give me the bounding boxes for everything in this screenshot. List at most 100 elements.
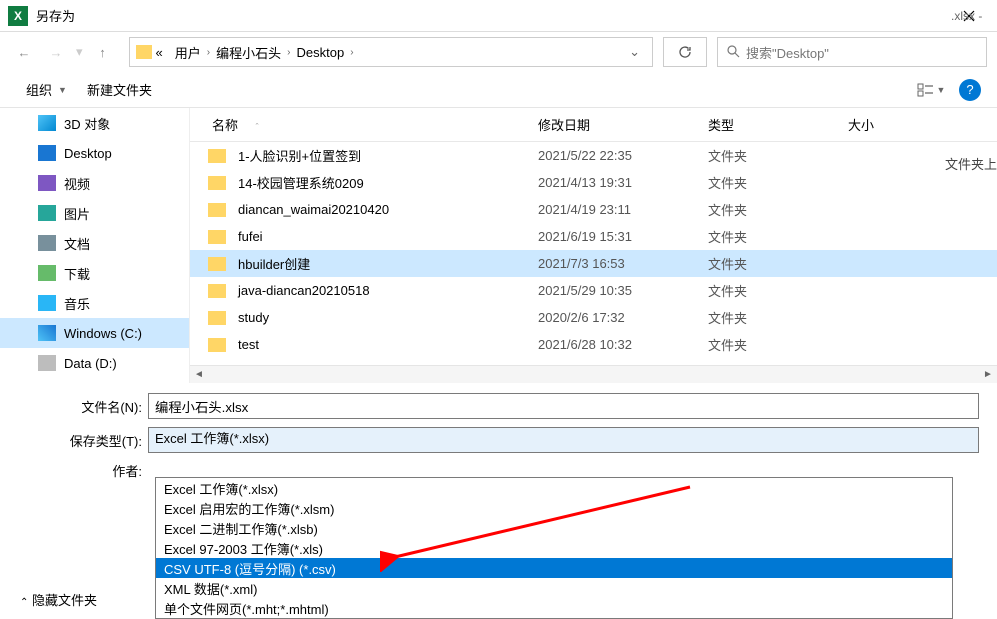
sidebar-item-label: 3D 对象 [64,114,110,133]
file-row[interactable]: diancan_waimai202104202021/4/19 23:11文件夹 [190,196,997,223]
file-date: 2021/5/22 22:35 [538,148,708,163]
sidebar-item[interactable]: 图片 [0,198,189,228]
sidebar-item-label: 视频 [64,174,90,193]
sidebar-item-label: 下载 [64,264,90,283]
sidebar-item[interactable]: 音乐 [0,288,189,318]
file-row[interactable]: java-diancan202105182021/5/29 10:35文件夹 [190,277,997,304]
folder-icon [208,338,226,352]
breadcrumb-sep: › [287,47,290,58]
file-row[interactable]: study2020/2/6 17:32文件夹 [190,304,997,331]
breadcrumb-item[interactable]: 用户 [175,43,201,62]
file-name: 14-校园管理系统0209 [238,173,538,192]
horizontal-scrollbar[interactable]: ◄ ► [190,365,997,383]
savetype-select[interactable]: Excel 工作簿(*.xlsx) [148,427,979,453]
col-size[interactable]: 大小 [848,115,908,134]
sidebar-item[interactable]: Desktop [0,138,189,168]
nav-back[interactable]: ← [10,38,38,66]
file-name: diancan_waimai20210420 [238,202,538,217]
sidebar-item-label: Windows (C:) [64,326,142,341]
video-icon [38,175,56,191]
help-button[interactable]: ? [959,79,981,101]
background-filename: .xlsx - [947,0,997,32]
file-row[interactable]: 1-人脸识别+位置签到2021/5/22 22:35文件夹 [190,142,997,169]
sidebar-item[interactable]: Windows (C:) [0,318,189,348]
col-name[interactable]: 名称 ˆ [208,115,538,134]
file-date: 2021/5/29 10:35 [538,283,708,298]
file-type: 文件夹 [708,335,848,354]
nav-up[interactable]: ↑ [89,38,117,66]
file-row[interactable]: fufei2021/6/19 15:31文件夹 [190,223,997,250]
sidebar-item-label: 图片 [64,204,90,223]
breadcrumb-item[interactable]: Desktop [296,45,344,60]
file-name: java-diancan20210518 [238,283,538,298]
column-headers: 名称 ˆ 修改日期 类型 大小 [190,108,997,142]
col-type[interactable]: 类型 [708,115,848,134]
refresh-icon [678,45,692,59]
window-title: 另存为 [36,6,949,25]
savetype-row: 保存类型(T): Excel 工作簿(*.xlsx) [18,427,979,453]
hide-folders-label: 隐藏文件夹 [32,593,97,608]
file-row[interactable]: hbuilder创建2021/7/3 16:53文件夹 [190,250,997,277]
file-name: 1-人脸识别+位置签到 [238,146,538,165]
file-name: fufei [238,229,538,244]
dropdown-item[interactable]: Excel 二进制工作簿(*.xlsb) [156,518,952,538]
desktop-icon [38,145,56,161]
file-name: study [238,310,538,325]
folder-icon [136,45,152,59]
filename-input[interactable] [148,393,979,419]
sidebar-item-label: Data (D:) [64,356,117,371]
breadcrumb-root-sep: « [156,45,163,60]
sidebar-item[interactable]: 3D 对象 [0,108,189,138]
dropdown-item[interactable]: Excel 工作簿(*.xlsx) [156,478,952,498]
search-placeholder: 搜索"Desktop" [746,43,829,62]
sidebar-item-label: 文档 [64,234,90,253]
dropdown-item[interactable]: Excel 97-2003 工作簿(*.xls) [156,538,952,558]
search-icon [726,44,740,61]
file-type: 文件夹 [708,308,848,327]
hide-folders-link[interactable]: ⌃ 隐藏文件夹 [20,590,97,609]
scroll-left-icon[interactable]: ◄ [190,367,208,383]
sidebar: 3D 对象 Desktop 视频图片文档下载音乐 Windows (C:) Data (… [0,108,190,383]
scroll-right-icon[interactable]: ► [979,367,997,383]
bottom-panel: 文件名(N): 保存类型(T): Excel 工作簿(*.xlsx) 作者: E… [0,383,997,480]
sidebar-item[interactable]: Data (D:) [0,348,189,378]
main-area: 3D 对象 Desktop 视频图片文档下载音乐 Windows (C:) Data (… [0,108,997,383]
toolbar: 组织 ▼ 新建文件夹 ▼ ? [0,72,997,108]
folder-icon [208,230,226,244]
dropdown-item[interactable]: CSV UTF-8 (逗号分隔) (*.csv) [156,558,952,578]
dropdown-item[interactable]: 单个文件网页(*.mht;*.mhtml) [156,598,952,618]
search-input[interactable]: 搜索"Desktop" [717,37,987,67]
refresh-button[interactable] [663,37,707,67]
view-icon [917,83,935,97]
file-list: 1-人脸识别+位置签到2021/5/22 22:35文件夹14-校园管理系统02… [190,142,997,365]
file-date: 2021/7/3 16:53 [538,256,708,271]
breadcrumb-item[interactable]: 编程小石头 [216,43,281,62]
filename-row: 文件名(N): [18,393,979,419]
new-folder-button[interactable]: 新建文件夹 [77,76,162,103]
organize-button[interactable]: 组织 ▼ [16,76,77,103]
file-type: 文件夹 [708,173,848,192]
nav-forward[interactable]: → [42,38,70,66]
breadcrumb-dropdown[interactable]: ⌄ [623,44,646,60]
nav-sep: ▾ [76,44,83,60]
view-options-button[interactable]: ▼ [911,78,951,102]
pic-icon [38,205,56,221]
sidebar-item[interactable]: 下载 [0,258,189,288]
doc-icon [38,235,56,251]
savetype-dropdown[interactable]: Excel 工作簿(*.xlsx)Excel 启用宏的工作簿(*.xlsm)Ex… [155,477,953,619]
author-label: 作者: [18,461,148,480]
dropdown-item[interactable]: XML 数据(*.xml) [156,578,952,598]
dropdown-item[interactable]: Excel 启用宏的工作簿(*.xlsm) [156,498,952,518]
chevron-down-icon: ▼ [58,85,67,95]
file-row[interactable]: 14-校园管理系统02092021/4/13 19:31文件夹 [190,169,997,196]
col-date[interactable]: 修改日期 [538,115,708,134]
file-type: 文件夹 [708,281,848,300]
excel-icon: X [8,6,28,26]
folder-icon [208,176,226,190]
sidebar-item[interactable]: 文档 [0,228,189,258]
breadcrumb-sep: › [207,47,210,58]
breadcrumb[interactable]: « 用户 › 编程小石头 › Desktop › ⌄ [129,37,653,67]
file-row[interactable]: test2021/6/28 10:32文件夹 [190,331,997,358]
file-date: 2020/2/6 17:32 [538,310,708,325]
sidebar-item[interactable]: 视频 [0,168,189,198]
